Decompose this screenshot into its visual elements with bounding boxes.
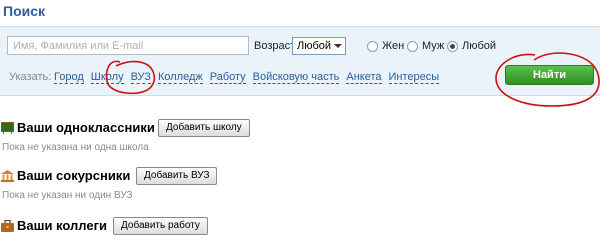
filter-link-interests[interactable]: Интересы <box>388 71 440 84</box>
radio-label: Муж <box>422 40 445 52</box>
university-icon <box>1 170 14 182</box>
add-school-button[interactable]: Добавить школу <box>158 119 250 137</box>
radio-label: Жен <box>382 40 405 52</box>
add-work-button[interactable]: Добавить работу <box>113 217 208 235</box>
briefcase-icon <box>1 220 14 232</box>
chevron-down-icon <box>334 44 342 48</box>
page-title: Поиск <box>3 3 46 19</box>
add-university-button[interactable]: Добавить ВУЗ <box>136 167 218 185</box>
search-input[interactable] <box>7 36 249 55</box>
find-button[interactable]: Найти <box>505 65 594 85</box>
specify-label: Указать: <box>9 71 52 83</box>
gender-radio-female[interactable]: Жен <box>367 40 404 52</box>
radio-icon <box>407 40 418 52</box>
section-title: Ваши одноклассники <box>17 120 155 135</box>
section-title: Ваши коллеги <box>17 218 107 233</box>
filter-link-university[interactable]: ВУЗ <box>130 71 151 84</box>
section-note: Пока не указан ни один ВУЗ <box>2 190 133 201</box>
filter-link-work[interactable]: Работу <box>209 71 246 84</box>
filter-link-military-unit[interactable]: Войсковую часть <box>252 71 340 84</box>
filter-link-college[interactable]: Колледж <box>157 71 203 84</box>
filter-link-city[interactable]: Город <box>54 71 84 84</box>
age-select-value: Любой <box>297 40 332 52</box>
age-label: Возраст <box>254 40 296 52</box>
gender-radio-any[interactable]: Любой <box>447 40 496 52</box>
filter-links: Город Школу ВУЗ Колледж Работу Войсковую… <box>54 71 446 84</box>
search-panel: Возраст Любой Жен Муж Любой Указать: Гор… <box>0 26 600 96</box>
radio-label: Любой <box>462 40 497 52</box>
blackboard-icon <box>1 122 14 134</box>
age-select[interactable]: Любой <box>292 37 346 55</box>
filter-link-school[interactable]: Школу <box>90 71 124 84</box>
radio-icon <box>367 40 378 52</box>
section-note: Пока не указана ни одна школа <box>2 142 149 153</box>
filter-link-profile[interactable]: Анкета <box>346 71 382 84</box>
gender-radio-male[interactable]: Муж <box>407 40 444 52</box>
radio-icon <box>447 40 458 52</box>
section-title: Ваши сокурсники <box>17 168 131 183</box>
